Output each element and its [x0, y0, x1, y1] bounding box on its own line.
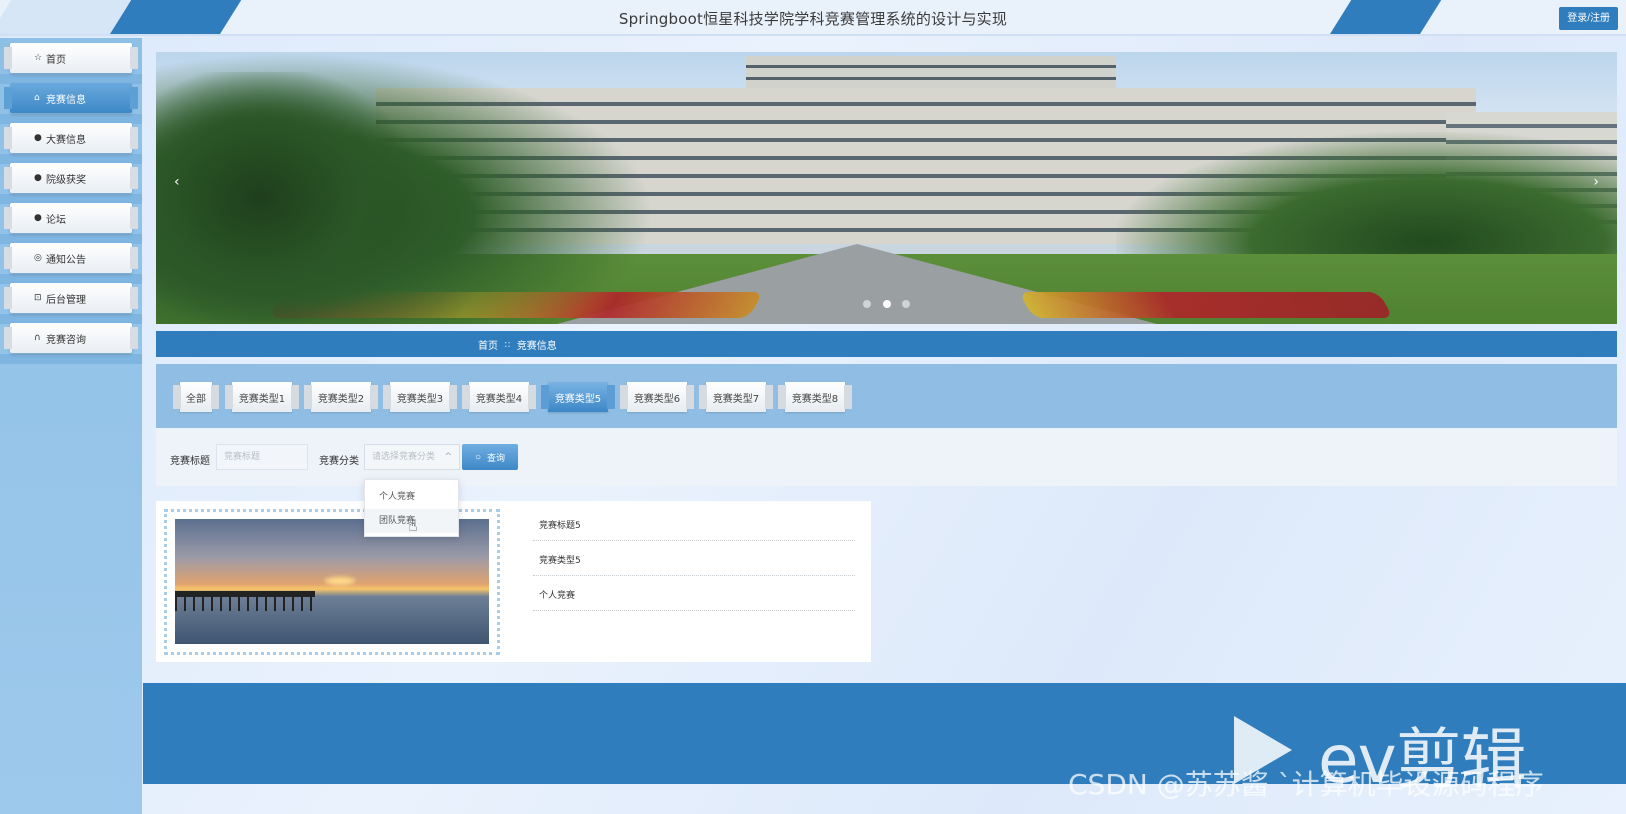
sidebar-divider — [0, 354, 142, 364]
chevron-up-icon: ^ — [444, 452, 452, 462]
sidebar-item-label: 通知公告 — [46, 254, 86, 266]
banner-building — [746, 56, 1116, 92]
breadcrumb-separator: :: — [504, 338, 511, 350]
info-icon: ● — [34, 213, 42, 223]
carousel-dot[interactable] — [901, 300, 910, 308]
dropdown-option-individual[interactable]: 个人竞赛 — [365, 485, 458, 509]
banner-carousel: ‹ › — [156, 52, 1617, 324]
sidebar-nav: ☆ 首页 ⌂ 竞赛信息 ● 大赛信息 ● 院级获奖 ● 论坛 ◎ 通知公告 ⊡ … — [0, 38, 142, 814]
sidebar-item-label: 大赛信息 — [46, 134, 86, 146]
site-title: Springboot恒星科技学院学科竞赛管理系统的设计与实现 — [618, 10, 1008, 28]
photo-pier-posts — [175, 597, 315, 611]
tab-type-3[interactable]: 竞赛类型3 — [383, 382, 457, 412]
query-button[interactable]: ○ 查询 — [462, 444, 518, 470]
sidebar-item-label: 后台管理 — [46, 294, 86, 306]
sidebar-item-label: 竞赛信息 — [46, 94, 86, 106]
breadcrumb: 首页 :: 竞赛信息 — [156, 331, 1617, 357]
sidebar-item-label: 首页 — [46, 54, 66, 66]
photo-sun — [325, 577, 355, 585]
sidebar-item-notices[interactable]: ◎ 通知公告 — [4, 243, 138, 273]
hand-cursor-icon: ☝ — [408, 516, 418, 535]
tab-all[interactable]: 全部 — [173, 382, 219, 412]
carousel-prev-arrow-icon[interactable]: ‹ — [174, 174, 180, 190]
sidebar-item-awards[interactable]: ● 院级获奖 — [4, 163, 138, 193]
sidebar-item-contest-info[interactable]: ● 大赛信息 — [4, 123, 138, 153]
competition-cover-image[interactable] — [175, 519, 489, 644]
tab-type-2[interactable]: 竞赛类型2 — [304, 382, 378, 412]
carousel-next-arrow-icon[interactable]: › — [1593, 174, 1599, 190]
sidebar-item-consult[interactable]: ∩ 竞赛咨询 — [4, 323, 138, 353]
info-circle-icon: ● — [34, 133, 42, 143]
star-icon: ☆ — [34, 53, 43, 63]
settings-icon: ◎ — [34, 253, 42, 263]
breadcrumb-home-link[interactable]: 首页 — [478, 337, 498, 352]
lock-icon: ⊡ — [34, 293, 42, 303]
category-tabs: 全部 竞赛类型1 竞赛类型2 竞赛类型3 竞赛类型4 竞赛类型5 竞赛类型6 竞… — [156, 364, 1617, 428]
title-search-input[interactable] — [216, 444, 308, 470]
title-filter-label: 竞赛标题 — [170, 456, 210, 467]
banner-trees — [156, 72, 416, 324]
competition-type: 竞赛类型5 — [533, 542, 855, 576]
breadcrumb-current: 竞赛信息 — [516, 340, 557, 352]
tab-type-1[interactable]: 竞赛类型1 — [225, 382, 299, 412]
tab-type-4[interactable]: 竞赛类型4 — [462, 382, 536, 412]
search-icon: ○ — [474, 451, 482, 463]
competition-title: 竞赛标题5 — [533, 507, 855, 541]
tab-type-7[interactable]: 竞赛类型7 — [699, 382, 773, 412]
home-icon: ⌂ — [34, 93, 40, 103]
question-circle-icon: ● — [34, 173, 42, 183]
search-bar: 竞赛标题 竞赛分类 请选择竞赛分类 ^ ○ 查询 — [156, 428, 1617, 486]
watermark-credit: CSDN @苏苏酱 `计算机毕设源码程序 — [1068, 768, 1544, 801]
sidebar-item-home[interactable]: ☆ 首页 — [4, 43, 138, 73]
competition-category: 个人竞赛 — [533, 577, 855, 611]
query-button-label: 查询 — [487, 452, 506, 463]
carousel-dot[interactable] — [882, 300, 891, 308]
tab-type-5[interactable]: 竞赛类型5 — [541, 382, 615, 412]
login-register-button[interactable]: 登录/注册 — [1559, 7, 1618, 30]
sidebar-item-label: 院级获奖 — [46, 174, 86, 186]
sidebar-item-forum[interactable]: ● 论坛 — [4, 203, 138, 233]
top-header: Springboot恒星科技学院学科竞赛管理系统的设计与实现 登录/注册 — [0, 0, 1626, 36]
carousel-dot[interactable] — [863, 300, 872, 308]
carousel-indicators — [156, 293, 1617, 312]
sidebar-item-label: 论坛 — [46, 214, 66, 226]
headset-icon: ∩ — [34, 333, 41, 343]
sidebar-item-admin[interactable]: ⊡ 后台管理 — [4, 283, 138, 313]
competition-card[interactable]: 竞赛标题5 竞赛类型5 个人竞赛 — [156, 501, 871, 662]
category-select[interactable]: 请选择竞赛分类 ^ — [364, 444, 460, 470]
category-select-placeholder: 请选择竞赛分类 — [372, 452, 436, 462]
category-filter-label: 竞赛分类 — [319, 456, 359, 467]
sidebar-item-competition-info[interactable]: ⌂ 竞赛信息 — [4, 83, 138, 113]
tab-type-6[interactable]: 竞赛类型6 — [620, 382, 694, 412]
tab-type-8[interactable]: 竞赛类型8 — [778, 382, 852, 412]
sidebar-item-label: 竞赛咨询 — [46, 334, 86, 346]
